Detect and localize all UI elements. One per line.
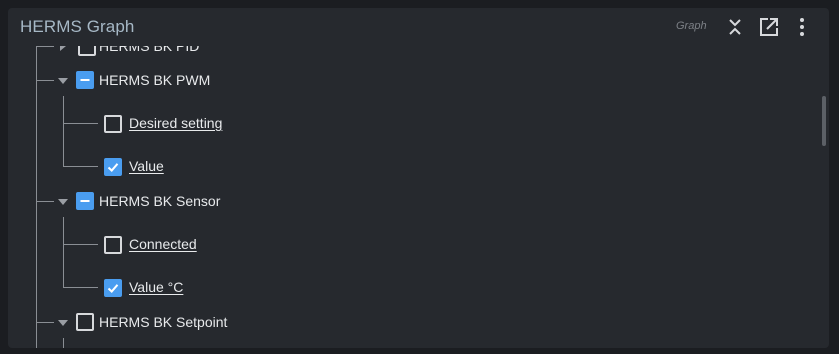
collapse-arrow-icon[interactable] xyxy=(58,320,68,326)
tree-item-pid-label: HERMS BK PID xyxy=(99,46,200,54)
expand-arrow-icon[interactable] xyxy=(60,46,66,51)
checkbox-sensor[interactable] xyxy=(76,192,94,210)
tree-guide-line xyxy=(63,217,64,287)
tree-connector xyxy=(63,244,98,245)
tree-connector xyxy=(36,201,54,202)
checkbox-value-celsius[interactable] xyxy=(104,279,122,297)
tree-item-sensor-label: HERMS BK Sensor xyxy=(99,193,221,209)
more-vert-icon[interactable] xyxy=(791,16,813,38)
tree-connector xyxy=(36,46,54,47)
tree-item-value-celsius[interactable]: Value °C xyxy=(129,279,183,295)
checkbox-value[interactable] xyxy=(104,158,122,176)
checkbox-pid[interactable] xyxy=(78,46,96,56)
tree-item-setpoint-label: HERMS BK Setpoint xyxy=(99,314,228,330)
checkbox-setpoint[interactable] xyxy=(76,313,94,331)
open-external-icon[interactable] xyxy=(758,16,780,38)
collapse-arrow-icon[interactable] xyxy=(58,78,68,84)
check-icon xyxy=(107,163,119,172)
tree-item-connected[interactable]: Connected xyxy=(129,236,197,252)
check-icon xyxy=(107,284,119,293)
tree-item-value[interactable]: Value xyxy=(129,158,164,174)
tree-connector xyxy=(36,80,54,81)
checkbox-connected[interactable] xyxy=(104,236,122,254)
tree-guide-line xyxy=(36,46,37,348)
tree-connector xyxy=(63,123,98,124)
collapse-arrow-icon[interactable] xyxy=(58,199,68,205)
tree-item-pwm-label: HERMS BK PWM xyxy=(99,72,211,88)
minus-icon xyxy=(80,200,90,202)
checkbox-desired-setting[interactable] xyxy=(104,115,122,133)
tree-item-desired-setting[interactable]: Desired setting xyxy=(129,115,222,131)
graph-widget-panel: HERMS Graph Graph HERMS BK PID HERMS BK … xyxy=(8,8,829,348)
checkbox-pwm[interactable] xyxy=(76,71,94,89)
widget-header: HERMS Graph Graph xyxy=(8,8,829,46)
tree-guide-line xyxy=(63,96,64,166)
tree-connector xyxy=(36,322,54,323)
tree-view: HERMS BK PID HERMS BK PWM Desired settin… xyxy=(8,46,818,348)
widget-type-label: Graph xyxy=(676,20,707,32)
tree-connector xyxy=(63,287,98,288)
tree-guide-line xyxy=(63,338,64,348)
scrollbar-thumb[interactable] xyxy=(822,96,826,146)
widget-title: HERMS Graph xyxy=(20,17,135,36)
tree-connector xyxy=(63,166,98,167)
collapse-icon[interactable] xyxy=(724,16,746,38)
minus-icon xyxy=(80,79,90,81)
